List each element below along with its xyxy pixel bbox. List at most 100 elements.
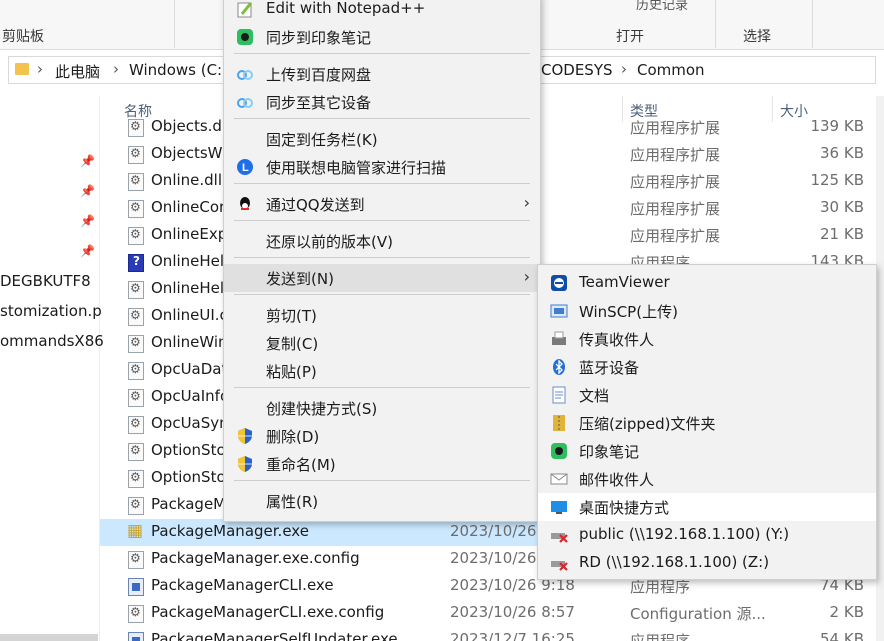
menu-item-sync-to-other-device[interactable]: 同步至其它设备 xyxy=(224,88,540,116)
sendto-item-documents[interactable]: 文档 xyxy=(538,381,876,409)
menu-separator xyxy=(234,294,530,295)
breadcrumb-codesys[interactable]: CODESYS xyxy=(541,61,613,79)
file-name: OnlineUI.c xyxy=(151,306,228,324)
file-name: OpcUaInfo xyxy=(151,387,230,405)
chevron-right-icon[interactable]: › xyxy=(37,60,43,78)
menu-item-upload-to-baidu-netdisk[interactable]: 上传到百度网盘 xyxy=(224,60,540,88)
sendto-item-compressed-folder[interactable]: 压缩(zipped)文件夹 xyxy=(538,409,876,437)
menu-item-rename[interactable]: 重命名(M) xyxy=(224,450,540,478)
context-menu: Edit with Notepad++ 同步到印象笔记 上传到百度网盘同步至其它设备… xyxy=(223,0,541,522)
sendto-item-teamviewer[interactable]: TeamViewer xyxy=(538,269,876,297)
menu-item-scan-with-lenovo[interactable]: L 使用联想电脑管家进行扫描 xyxy=(224,153,540,181)
open-group-label: 打开 xyxy=(616,29,644,45)
qq-icon xyxy=(236,195,254,213)
menu-separator xyxy=(234,220,530,221)
pin-icon[interactable]: 📌 xyxy=(80,154,95,168)
chevron-right-icon[interactable]: › xyxy=(113,60,119,78)
menu-item-label: 复制(C) xyxy=(266,335,319,353)
menu-item-edit-with-notepadpp[interactable]: Edit with Notepad++ xyxy=(224,0,540,23)
menu-item-send-via-qq[interactable]: 通过QQ发送到 › xyxy=(224,190,540,218)
evernote-icon xyxy=(236,28,254,46)
breadcrumb-common[interactable]: Common xyxy=(637,61,705,79)
menu-item-sync-to-evernote[interactable]: 同步到印象笔记 xyxy=(224,23,540,51)
file-name: OpcUaDat xyxy=(151,360,228,378)
menu-separator xyxy=(234,480,530,481)
notepadpp-icon xyxy=(236,0,254,18)
menu-item-create-shortcut[interactable]: 创建快捷方式(S) xyxy=(224,394,540,422)
menu-item-label: 使用联想电脑管家进行扫描 xyxy=(266,159,447,177)
file-name: OnlineHel xyxy=(151,252,225,270)
menu-item-label: 同步到印象笔记 xyxy=(266,29,372,47)
dll-file-icon xyxy=(128,362,144,380)
file-size: 139 KB xyxy=(810,117,864,135)
menu-item-label: 上传到百度网盘 xyxy=(266,66,372,84)
sendto-item-fax-recipient[interactable]: 传真收件人 xyxy=(538,325,876,353)
sendto-item-rd-drive[interactable]: RD (\\192.168.1.100) (Z:) xyxy=(538,549,876,577)
menu-item-label: 压缩(zipped)文件夹 xyxy=(579,415,716,433)
menu-separator xyxy=(234,387,530,388)
file-name: OnlineCor xyxy=(151,198,226,216)
document-icon xyxy=(550,386,568,404)
file-list-scrollbar[interactable] xyxy=(876,96,884,641)
menu-item-properties[interactable]: 属性(R) xyxy=(224,487,540,515)
menu-item-copy[interactable]: 复制(C) xyxy=(224,329,540,357)
pin-icon[interactable]: 📌 xyxy=(80,244,95,258)
menu-item-label: 还原以前的版本(V) xyxy=(266,233,393,251)
lenovo-icon: L xyxy=(236,158,254,176)
menu-item-label: Edit with Notepad++ xyxy=(266,0,426,17)
file-name: OpcUaSyn xyxy=(151,414,229,432)
menu-item-label: 文档 xyxy=(579,387,610,405)
file-type: Configuration 源... xyxy=(630,605,766,623)
menu-item-label: 固定到任务栏(K) xyxy=(266,131,378,149)
menu-item-label: 重命名(M) xyxy=(266,456,336,474)
send-to-submenu: TeamViewer WinSCP(上传) 传真收件人 蓝牙设备文档压缩(zipped… xyxy=(537,264,877,580)
baidu-sync-icon xyxy=(236,93,254,111)
sendto-item-winscp-upload[interactable]: WinSCP(上传) xyxy=(538,297,876,325)
sendto-item-desktop-shortcut[interactable]: 桌面快捷方式 xyxy=(538,493,876,521)
pin-icon[interactable]: 📌 xyxy=(80,214,95,228)
nav-item[interactable]: ommandsX86 xyxy=(0,332,104,350)
nav-pane-scrollbar[interactable] xyxy=(0,634,98,641)
file-name: Online.dll xyxy=(151,171,223,189)
file-size: 125 KB xyxy=(810,171,864,189)
file-row[interactable]: PackageManagerSelfUpdater.exe 2023/12/7 1… xyxy=(100,627,884,641)
dll-file-icon xyxy=(128,281,144,299)
menu-item-label: 属性(R) xyxy=(266,493,319,511)
dll-file-icon xyxy=(128,470,144,488)
sendto-item-mail-recipient[interactable]: 邮件收件人 xyxy=(538,465,876,493)
menu-item-cut[interactable]: 剪切(T) xyxy=(224,301,540,329)
chevron-right-icon[interactable]: › xyxy=(621,60,627,78)
sendto-item-bluetooth-device[interactable]: 蓝牙设备 xyxy=(538,353,876,381)
menu-item-label: TeamViewer xyxy=(579,273,670,291)
file-row[interactable]: PackageManagerCLI.exe.config 2023/10/26 8… xyxy=(100,600,884,627)
dll-file-icon xyxy=(128,443,144,461)
nav-item[interactable]: stomization.p xyxy=(0,302,102,320)
breadcrumb-drive[interactable]: Windows (C:) xyxy=(129,61,228,79)
ribbon-divider xyxy=(174,0,175,48)
package-icon xyxy=(127,521,144,542)
sendto-item-evernote[interactable]: 印象笔记 xyxy=(538,437,876,465)
sendto-item-public-drive[interactable]: public (\\192.168.1.100) (Y:) xyxy=(538,521,876,549)
menu-item-label: RD (\\192.168.1.100) (Z:) xyxy=(579,553,770,571)
dll-file-icon xyxy=(128,173,144,191)
dll-file-icon xyxy=(128,200,144,218)
menu-item-paste[interactable]: 粘贴(P) xyxy=(224,357,540,385)
fax-icon xyxy=(550,330,568,348)
history-button[interactable]: 历史记录 xyxy=(636,0,688,13)
network-drive-icon xyxy=(550,526,568,544)
menu-item-delete[interactable]: 删除(D) xyxy=(224,422,540,450)
file-name: ObjectsW xyxy=(151,144,223,162)
breadcrumb-this-pc[interactable]: 此电脑 xyxy=(55,61,100,82)
menu-item-send-to[interactable]: 发送到(N) › xyxy=(224,264,540,292)
menu-item-restore-previous-versions[interactable]: 还原以前的版本(V) xyxy=(224,227,540,255)
menu-item-pin-to-taskbar[interactable]: 固定到任务栏(K) xyxy=(224,125,540,153)
file-type: 应用程序扩展 xyxy=(630,200,721,218)
nav-item[interactable]: DEGBKUTF8 xyxy=(0,272,91,290)
zip-folder-icon xyxy=(550,414,568,432)
menu-item-label: 粘贴(P) xyxy=(266,363,317,381)
file-size: 54 KB xyxy=(820,630,864,641)
pin-icon[interactable]: 📌 xyxy=(80,184,95,198)
exe-file-icon xyxy=(128,632,144,641)
file-name: PackageManager.exe.config xyxy=(151,549,360,567)
file-size: 30 KB xyxy=(820,198,864,216)
